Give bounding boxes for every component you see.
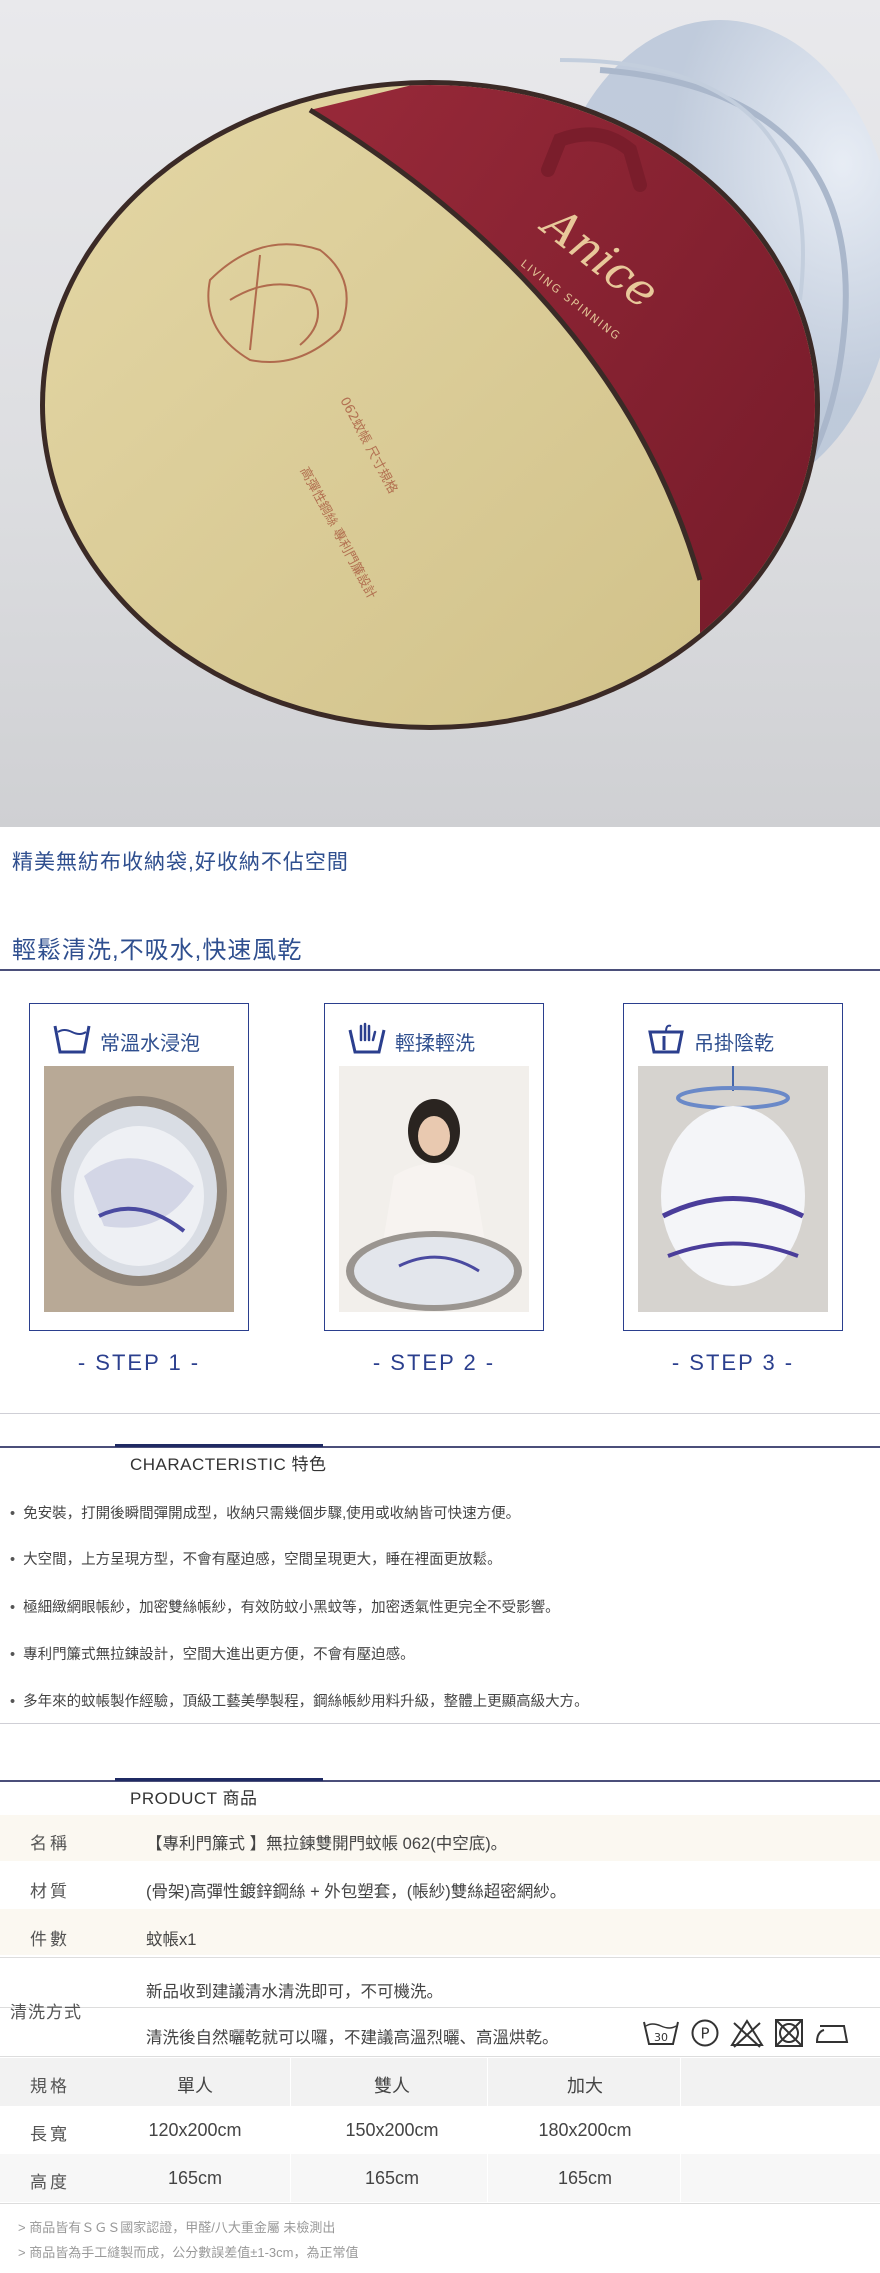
divider [680,2058,681,2202]
count-label: 件數 [30,1930,70,1949]
soak-basin-icon [52,1022,92,1061]
feature-item: 極細緻網眼帳紗，加密雙絲帳紗，有效防蚊小黑蚊等，加密透氣性更完全不受影響。 [10,1596,560,1617]
spec-header-double: 雙人 [374,2076,410,2096]
size-double: 150x200cm [345,2120,439,2140]
size-single: 120x200cm [148,2120,242,2140]
wash-temp-text: 30 [654,2031,668,2044]
name-label: 名稱 [30,1834,70,1853]
divider [0,2056,880,2057]
divider [0,1723,880,1724]
step-title: 吊掛陰乾 [694,1033,774,1055]
name-value: 【專利門簾式 】無拉鍊雙開門蚊帳 062(中空底)。 [146,1835,508,1853]
divider [290,2058,291,2202]
wash-value-1: 新品收到建議清水清洗即可，不可機洗。 [146,1983,443,2001]
height-double: 165cm [364,2168,420,2188]
professional-clean-p-icon: P [690,2018,720,2053]
step-title: 輕揉輕洗 [395,1033,475,1055]
feature-item: 專利門簾式無拉鍊設計，空間大進出更方便，不會有壓迫感。 [10,1643,415,1664]
no-bleach-icon [730,2018,764,2053]
feature-item: 免安裝，打開後瞬間彈開成型，收納只需幾個步驟,使用或收納皆可快速方便。 [10,1502,520,1523]
divider [0,1957,880,1958]
material-label: 材質 [30,1882,70,1901]
size-label: 長寬 [30,2125,70,2144]
height-king: 165cm [557,2168,613,2188]
divider [0,1413,880,1414]
hang-drying-photo [638,1066,828,1312]
step-card-3: 吊掛陰乾 [623,1003,843,1331]
spec-header-king: 加大 [567,2076,603,2096]
divider [0,969,880,971]
storage-bag-photo: 高彈性鋼絲 專利門簾設計 062蚊帳 尺寸規格 Anice LIVING SPI… [0,0,880,827]
care-icons: 30 P [642,2018,850,2053]
step-label-1: - STEP 1 - [77,1350,201,1375]
storage-caption: 精美無紡布收納袋,好收納不佔空間 [12,851,349,874]
spec-label: 規格 [30,2077,70,2096]
handmade-note: > 商品皆為手工縫製而成，公分數誤差值±1-3cm，為正常值 [18,2245,359,2260]
feature-item: 多年來的蚊帳製作經驗，頂級工藝美學製程，鋼絲帳紗用料升級，整體上更顯高級大方。 [10,1690,589,1711]
step-card-2: 輕揉輕洗 [324,1003,544,1331]
section-accent-bar [115,1444,323,1447]
divider [487,2058,488,2202]
storage-bag-illustration: 高彈性鋼絲 專利門簾設計 062蚊帳 尺寸規格 Anice LIVING SPI… [40,20,880,730]
no-tumble-dry-icon [774,2018,804,2053]
product-row-count [0,1909,880,1955]
step-label-3: - STEP 3 - [671,1350,795,1375]
height-single: 165cm [167,2168,223,2188]
feature-item: 大空間，上方呈現方型，不會有壓迫感，空間呈現更大，睡在裡面更放鬆。 [10,1548,502,1569]
spec-header-single: 單人 [177,2076,213,2096]
iron-low-icon [814,2018,850,2053]
section-accent-bar [115,1778,323,1781]
wash-30-icon: 30 [642,2018,680,2053]
hang-dry-icon [646,1022,686,1061]
wash-value-2: 清洗後自然曬乾就可以囉，不建議高溫烈曬、高溫烘乾。 [146,2029,559,2047]
material-value: (骨架)高彈性鍍鋅鋼絲 + 外包塑套，(帳紗)雙絲超密網紗。 [146,1883,567,1901]
wash-label: 清洗方式 [10,2003,82,2022]
hand-wash-icon [347,1022,387,1061]
sgs-note: > 商品皆有ＳＧＳ國家認證，甲醛/八大重金屬 未檢測出 [18,2220,336,2235]
step-title: 常溫水浸泡 [100,1033,200,1055]
care-p-text: P [700,2025,709,2043]
characteristic-heading: CHARACTERISTIC 特色 [130,1455,327,1474]
hand-washing-photo [339,1066,529,1312]
step-card-1: 常溫水浸泡 [29,1003,249,1331]
height-label: 高度 [30,2173,70,2192]
product-heading: PRODUCT 商品 [130,1789,258,1808]
divider [0,2203,880,2204]
size-king: 180x200cm [538,2120,632,2140]
step-label-2: - STEP 2 - [372,1350,496,1375]
soaking-photo [44,1066,234,1312]
divider [0,2007,880,2008]
count-value: 蚊帳x1 [146,1931,197,1949]
washing-caption: 輕鬆清洗,不吸水,快速風乾 [12,937,303,964]
